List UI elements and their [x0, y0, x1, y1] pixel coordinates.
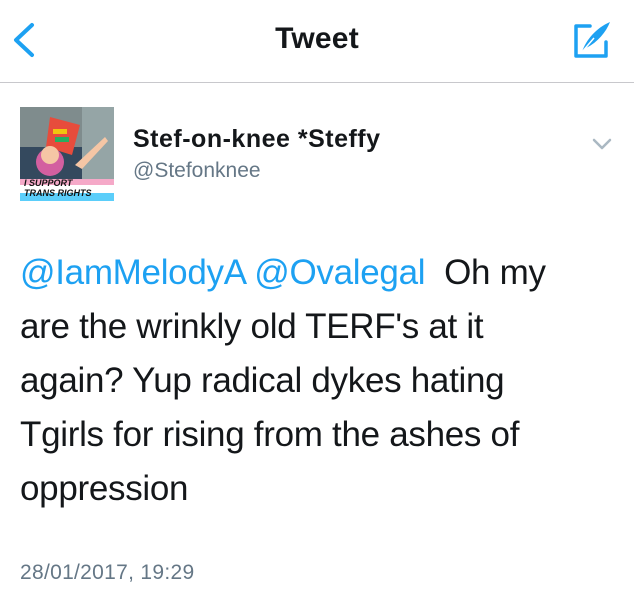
tweet-text-line: again? Yup radical dykes hating — [20, 361, 505, 400]
mention-link[interactable]: @IamMelodyA — [20, 253, 245, 292]
tweet-text: @IamMelodyA @Ovalegal Oh my are the wrin… — [20, 246, 616, 516]
navigation-bar: Tweet — [0, 0, 634, 83]
tweet-text-line: @IamMelodyA @Ovalegal Oh my — [20, 246, 616, 300]
avatar[interactable]: I SUPPORT TRANS RIGHTS — [20, 107, 114, 201]
chevron-down-icon — [592, 138, 612, 150]
tweet-text-segment: Oh my — [444, 253, 546, 292]
tweet-text-line: oppression — [20, 469, 189, 508]
author-handle[interactable]: @Stefonknee — [133, 159, 261, 183]
page-title: Tweet — [275, 22, 359, 55]
mention-link[interactable]: @Ovalegal — [254, 253, 425, 292]
svg-text:I SUPPORT: I SUPPORT — [24, 178, 74, 188]
tweet-text-line: Tgirls for rising from the ashes of — [20, 415, 520, 454]
avatar-image: I SUPPORT TRANS RIGHTS — [20, 107, 114, 201]
more-options-button[interactable] — [588, 130, 616, 158]
author-display-name[interactable]: Stef-on-knee *Steffy — [133, 125, 381, 154]
svg-text:TRANS RIGHTS: TRANS RIGHTS — [24, 188, 92, 198]
tweet-text-line: are the wrinkly old TERF's at it — [20, 307, 484, 346]
tweet-timestamp: 28/01/2017, 19:29 — [20, 561, 195, 584]
compose-button[interactable] — [568, 18, 614, 64]
compose-quill-icon — [574, 22, 610, 58]
